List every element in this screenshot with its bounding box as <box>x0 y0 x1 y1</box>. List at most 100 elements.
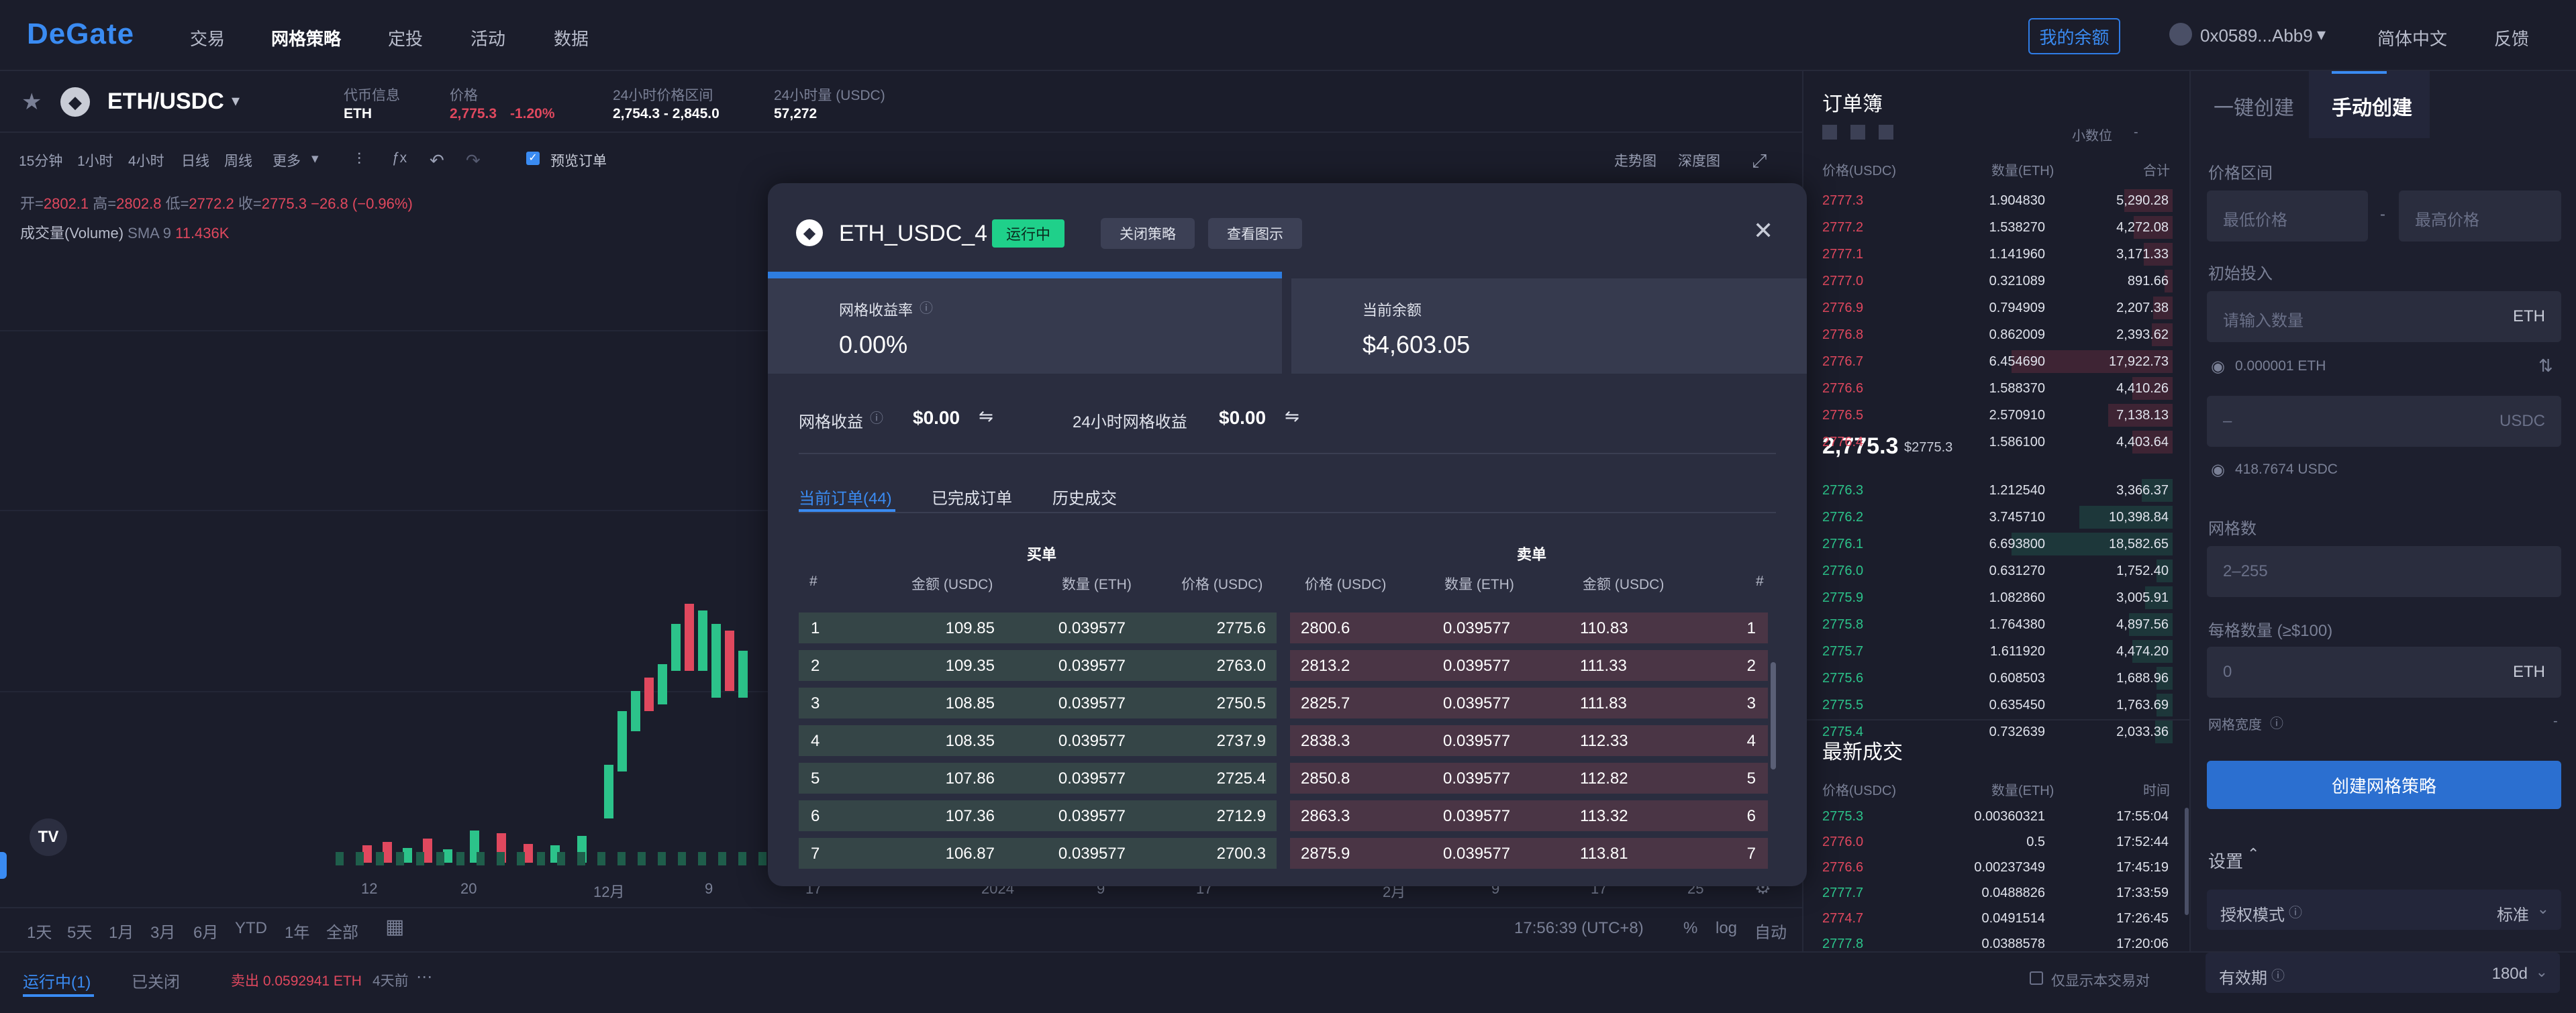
convert-icon[interactable]: ⇋ <box>979 406 993 427</box>
ask-row[interactable]: 2776.7 6.454690 17,922.73 <box>1817 348 2173 376</box>
bid-row[interactable]: 2775.6 0.608503 1,688.96 <box>1817 664 2173 692</box>
layout-bids-icon[interactable] <box>1850 125 1865 140</box>
buy-order-row[interactable]: 2 109.35 0.039577 2763.0 <box>799 650 1277 681</box>
chevron-down-icon[interactable]: ▾ <box>232 91 240 111</box>
tradingview-icon[interactable]: TV <box>30 818 67 856</box>
ask-row[interactable]: 2776.4 1.586100 4,403.64 <box>1817 428 2173 456</box>
convert-icon[interactable]: ⇋ <box>1285 406 1299 427</box>
buy-order-row[interactable]: 3 108.85 0.039577 2750.5 <box>799 688 1277 718</box>
create-grid-button[interactable]: 创建网格策略 <box>2207 761 2561 809</box>
scrollbar[interactable] <box>2185 808 2189 915</box>
per-grid-input[interactable]: 0 ETH <box>2207 647 2561 698</box>
interval-4h[interactable]: 4小时 <box>128 150 164 170</box>
range-5d[interactable]: 5天 <box>67 919 92 943</box>
interval-1h[interactable]: 1小时 <box>77 150 113 170</box>
log-toggle[interactable]: log <box>1716 919 1737 938</box>
ask-row[interactable]: 2777.0 0.321089 891.66 <box>1817 267 2173 295</box>
sell-order-row[interactable]: 2875.9 0.039577 113.81 7 <box>1290 838 1768 869</box>
sell-order-row[interactable]: 2800.6 0.039577 110.83 1 <box>1290 612 1768 643</box>
interval-1d[interactable]: 日线 <box>181 150 209 170</box>
ask-row[interactable]: 2776.9 0.794909 2,207.38 <box>1817 294 2173 322</box>
bid-row[interactable]: 2775.9 1.082860 3,005.91 <box>1817 584 2173 612</box>
min-price-input[interactable]: 最低价格 <box>2207 191 2368 242</box>
ask-row[interactable]: 2777.1 1.141960 3,171.33 <box>1817 240 2173 268</box>
scrollbar[interactable] <box>1771 662 1776 769</box>
nav-dca[interactable]: 定投 <box>388 25 423 50</box>
auth-mode-row[interactable]: 授权模式 ⓘ 标准 ⌄ <box>2207 890 2561 930</box>
interval-15m[interactable]: 15分钟 <box>19 150 62 170</box>
chevron-down-icon[interactable]: ⌄ <box>2536 963 2548 981</box>
range-1m[interactable]: 1月 <box>109 919 134 943</box>
bid-row[interactable]: 2775.5 0.635450 1,763.69 <box>1817 691 2173 719</box>
range-3m[interactable]: 3月 <box>150 919 175 943</box>
close-icon[interactable]: ✕ <box>1753 217 1773 245</box>
info-icon[interactable]: ⓘ <box>870 407 883 427</box>
candle-type-icon[interactable]: ⫶ <box>357 150 361 169</box>
sell-order-row[interactable]: 2863.3 0.039577 113.32 6 <box>1290 800 1768 831</box>
swap-icon[interactable]: ⇅ <box>2538 356 2553 376</box>
tab-running[interactable]: 运行中(1) <box>23 969 91 992</box>
nav-grid-strategy[interactable]: 网格策略 <box>271 25 341 50</box>
range-6m[interactable]: 6月 <box>193 919 218 943</box>
bid-row[interactable]: 2776.1 6.693800 18,582.65 <box>1817 530 2173 558</box>
chevron-down-icon[interactable]: ⌄ <box>2537 900 2549 918</box>
info-icon[interactable]: ⓘ <box>2289 902 2302 921</box>
bid-row[interactable]: 2775.4 0.732639 2,033.36 <box>1817 718 2173 746</box>
sell-order-row[interactable]: 2850.8 0.039577 112.82 5 <box>1290 763 1768 794</box>
interval-1w[interactable]: 周线 <box>224 150 252 170</box>
trend-chart-toggle[interactable]: 走势图 <box>1614 150 1656 170</box>
ask-row[interactable]: 2777.2 1.538270 4,272.08 <box>1817 213 2173 242</box>
sell-order-row[interactable]: 2838.3 0.039577 112.33 4 <box>1290 725 1768 756</box>
info-icon[interactable]: ⓘ <box>2271 965 2285 984</box>
nav-data[interactable]: 数据 <box>554 25 589 50</box>
tab-closed[interactable]: 已关闭 <box>132 969 180 992</box>
info-icon[interactable]: ⓘ <box>920 297 933 317</box>
tab-current-orders[interactable]: 当前订单(44) <box>799 485 892 509</box>
indicators-icon[interactable]: ƒx <box>392 150 407 166</box>
sell-order-row[interactable]: 2813.2 0.039577 111.33 2 <box>1290 650 1768 681</box>
language-select[interactable]: 简体中文 <box>2377 25 2447 50</box>
degate-logo[interactable]: DeGate <box>27 17 134 51</box>
grid-count-input[interactable]: 2–255 <box>2207 546 2561 597</box>
decimals-select[interactable]: - <box>2134 125 2138 140</box>
settings-toggle[interactable]: 设置 <box>2208 848 2243 873</box>
nav-trade[interactable]: 交易 <box>190 25 225 50</box>
info-icon[interactable]: ⓘ <box>2270 712 2283 732</box>
eth-amount-input[interactable]: 请输入数量 ETH <box>2207 291 2561 342</box>
bid-row[interactable]: 2775.8 1.764380 4,897.56 <box>1817 610 2173 639</box>
ask-row[interactable]: 2776.5 2.570910 7,138.13 <box>1817 401 2173 429</box>
preview-order-checkbox[interactable]: ✓ <box>526 152 540 165</box>
range-1d[interactable]: 1天 <box>27 919 52 943</box>
percent-toggle[interactable]: % <box>1683 919 1697 938</box>
buy-order-row[interactable]: 6 107.36 0.039577 2712.9 <box>799 800 1277 831</box>
ask-row[interactable]: 2776.6 1.588370 4,410.26 <box>1817 374 2173 403</box>
only-pair-checkbox[interactable] <box>2030 971 2043 985</box>
chevron-down-icon[interactable]: ▾ <box>2317 24 2326 45</box>
bid-row[interactable]: 2776.3 1.212540 3,366.37 <box>1817 476 2173 504</box>
sell-order-row[interactable]: 2825.7 0.039577 111.83 3 <box>1290 688 1768 718</box>
feedback-link[interactable]: 反馈 <box>2494 25 2529 50</box>
range-all[interactable]: 全部 <box>326 919 358 943</box>
my-balance-button[interactable]: 我的余额 <box>2028 18 2120 54</box>
tab-completed-orders[interactable]: 已完成订单 <box>932 485 1012 509</box>
nav-activity[interactable]: 活动 <box>470 25 505 50</box>
bid-row[interactable]: 2775.7 1.611920 4,474.20 <box>1817 637 2173 665</box>
pair-select[interactable]: ETH/USDC <box>107 89 224 115</box>
tab-trade-history[interactable]: 历史成交 <box>1052 485 1117 509</box>
buy-order-row[interactable]: 1 109.85 0.039577 2775.6 <box>799 612 1277 643</box>
range-1y[interactable]: 1年 <box>285 919 309 943</box>
buy-order-row[interactable]: 5 107.86 0.039577 2725.4 <box>799 763 1277 794</box>
view-chart-button[interactable]: 查看图示 <box>1208 218 1302 249</box>
bid-row[interactable]: 2776.2 3.745710 10,398.84 <box>1817 503 2173 531</box>
more-icon[interactable]: ⋯ <box>416 967 432 987</box>
tab-manual-create[interactable]: 手动创建 <box>2332 91 2412 121</box>
undo-icon[interactable]: ↶ <box>430 150 444 171</box>
bid-row[interactable]: 2776.0 0.631270 1,752.40 <box>1817 557 2173 585</box>
depth-chart-toggle[interactable]: 深度图 <box>1678 150 1720 170</box>
scroll-handle[interactable] <box>0 852 7 879</box>
fullscreen-icon[interactable]: ⤢ <box>1752 150 1767 172</box>
chevron-up-icon[interactable]: ⌃ <box>2247 845 2259 863</box>
ask-row[interactable]: 2776.8 0.862009 2,393.62 <box>1817 321 2173 349</box>
range-ytd[interactable]: YTD <box>235 919 267 938</box>
account-address[interactable]: 0x0589...Abb9 <box>2200 25 2313 46</box>
